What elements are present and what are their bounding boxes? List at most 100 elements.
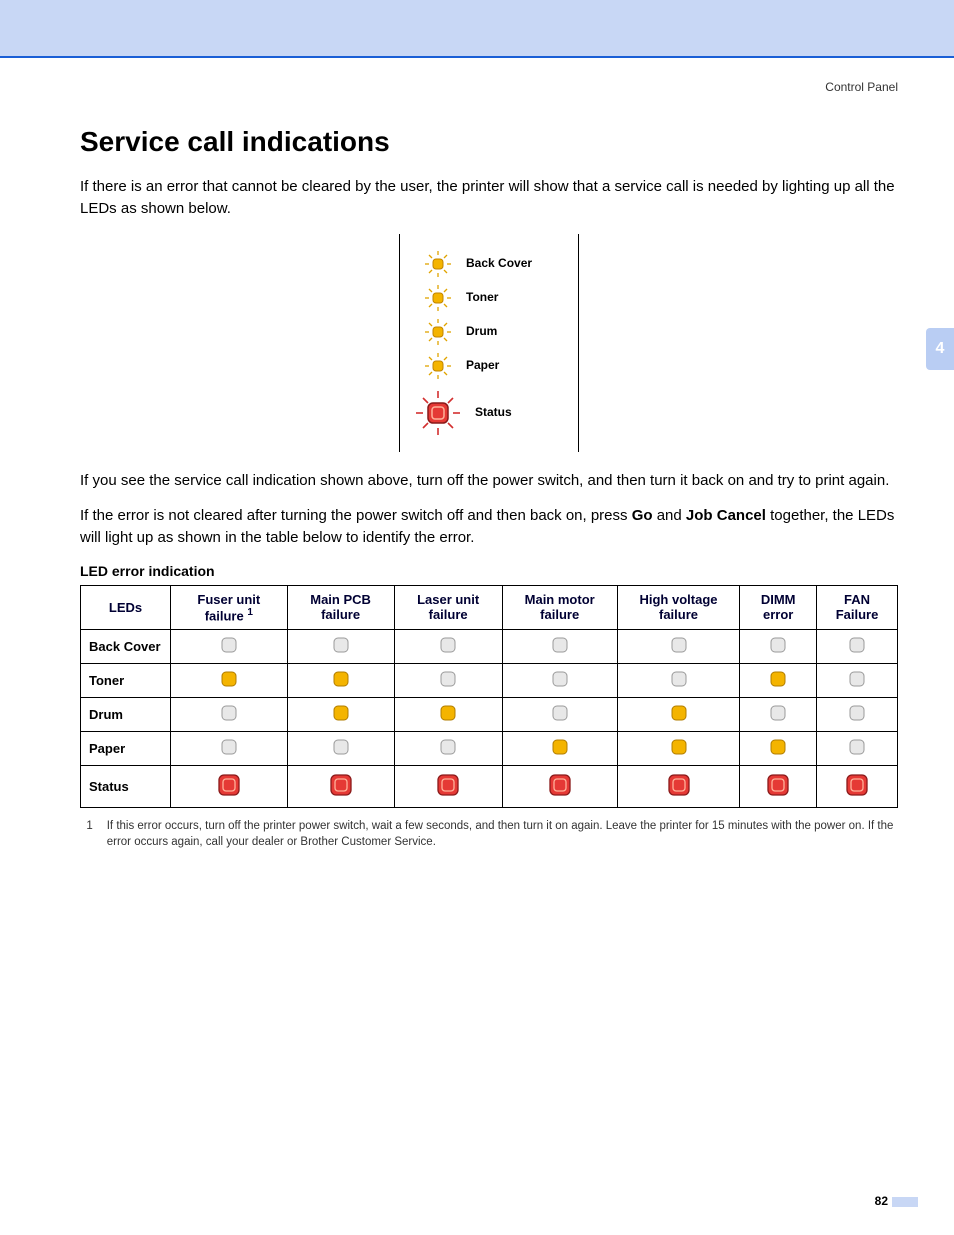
text: If the error is not cleared after turnin… xyxy=(80,507,632,524)
led-cell xyxy=(394,732,502,766)
led-cell xyxy=(740,664,817,698)
page-title: Service call indications xyxy=(80,126,898,158)
led-cell xyxy=(394,698,502,732)
led-off-icon xyxy=(769,704,787,725)
led-off-icon xyxy=(439,636,457,657)
led-cell xyxy=(617,630,740,664)
led-row-paper: Paper xyxy=(424,352,564,380)
footnote-text: If this error occurs, turn off the print… xyxy=(107,818,898,850)
led-label: Back Cover xyxy=(466,257,532,270)
status-led-on-icon xyxy=(844,772,870,801)
job-cancel-key: Job Cancel xyxy=(686,507,766,524)
footnote: 1 If this error occurs, turn off the pri… xyxy=(80,818,898,850)
led-off-icon xyxy=(439,670,457,691)
led-off-icon xyxy=(220,636,238,657)
led-cell xyxy=(817,664,898,698)
row-header: Status xyxy=(81,766,171,808)
led-row-status: Status xyxy=(424,390,564,436)
led-on-icon xyxy=(670,704,688,725)
col-mainpcb: Main PCB failure xyxy=(287,585,394,629)
para-3: If the error is not cleared after turnin… xyxy=(80,505,898,549)
led-cell xyxy=(287,732,394,766)
led-cell xyxy=(502,766,617,808)
col-dimm: DIMM error xyxy=(740,585,817,629)
led-cell xyxy=(740,766,817,808)
led-on-icon xyxy=(551,738,569,759)
led-off-icon xyxy=(551,670,569,691)
led-label: Paper xyxy=(466,359,499,372)
led-off-icon xyxy=(670,670,688,691)
led-lit-icon xyxy=(424,250,452,278)
status-led-on-icon xyxy=(666,772,692,801)
led-cell xyxy=(617,732,740,766)
led-off-icon xyxy=(848,704,866,725)
led-off-icon xyxy=(848,670,866,691)
led-cell xyxy=(502,664,617,698)
go-key: Go xyxy=(632,507,653,524)
led-cell xyxy=(394,766,502,808)
led-cell xyxy=(817,766,898,808)
table-caption: LED error indication xyxy=(80,563,898,579)
led-cell xyxy=(502,732,617,766)
status-led-on-icon xyxy=(328,772,354,801)
col-leds: LEDs xyxy=(81,585,171,629)
led-on-icon xyxy=(439,704,457,725)
table-row: Status xyxy=(81,766,898,808)
led-off-icon xyxy=(848,738,866,759)
status-led-on-icon xyxy=(547,772,573,801)
page-number-tab xyxy=(892,1197,918,1207)
table-row: Back Cover xyxy=(81,630,898,664)
table-header-row: LEDs Fuser unit failure 1 Main PCB failu… xyxy=(81,585,898,629)
led-on-icon xyxy=(769,738,787,759)
led-cell xyxy=(817,698,898,732)
led-off-icon xyxy=(332,636,350,657)
led-off-icon xyxy=(670,636,688,657)
led-cell xyxy=(171,766,288,808)
table-row: Toner xyxy=(81,664,898,698)
col-fuser: Fuser unit failure 1 xyxy=(171,585,288,629)
led-cell xyxy=(287,698,394,732)
text: and xyxy=(653,507,686,524)
col-motor: Main motor failure xyxy=(502,585,617,629)
table-row: Paper xyxy=(81,732,898,766)
led-row-toner: Toner xyxy=(424,284,564,312)
led-off-icon xyxy=(551,704,569,725)
led-cell xyxy=(287,630,394,664)
led-on-icon xyxy=(670,738,688,759)
row-header: Paper xyxy=(81,732,171,766)
status-led-on-icon xyxy=(216,772,242,801)
led-on-icon xyxy=(332,704,350,725)
header-band xyxy=(0,0,954,56)
chapter-tab: 4 xyxy=(926,328,954,370)
led-off-icon xyxy=(439,738,457,759)
led-lit-icon xyxy=(424,318,452,346)
footnote-number: 1 xyxy=(80,818,93,850)
led-row-drum: Drum xyxy=(424,318,564,346)
col-hv: High voltage failure xyxy=(617,585,740,629)
led-off-icon xyxy=(848,636,866,657)
led-cell xyxy=(287,664,394,698)
led-cell xyxy=(171,630,288,664)
led-label: Status xyxy=(475,406,512,419)
led-off-icon xyxy=(220,738,238,759)
led-cell xyxy=(740,732,817,766)
para-2: If you see the service call indication s… xyxy=(80,470,898,492)
col-laser: Laser unit failure xyxy=(394,585,502,629)
row-header: Back Cover xyxy=(81,630,171,664)
status-led-lit-icon xyxy=(415,390,461,436)
col-fan: FAN Failure xyxy=(817,585,898,629)
table-row: Drum xyxy=(81,698,898,732)
breadcrumb: Control Panel xyxy=(80,80,898,94)
led-lit-icon xyxy=(424,352,452,380)
led-cell xyxy=(502,698,617,732)
led-on-icon xyxy=(769,670,787,691)
led-off-icon xyxy=(332,738,350,759)
led-cell xyxy=(740,698,817,732)
status-led-on-icon xyxy=(765,772,791,801)
led-cell xyxy=(394,664,502,698)
led-off-icon xyxy=(551,636,569,657)
led-cell xyxy=(617,698,740,732)
led-on-icon xyxy=(220,670,238,691)
led-cell xyxy=(817,630,898,664)
led-cell xyxy=(740,630,817,664)
